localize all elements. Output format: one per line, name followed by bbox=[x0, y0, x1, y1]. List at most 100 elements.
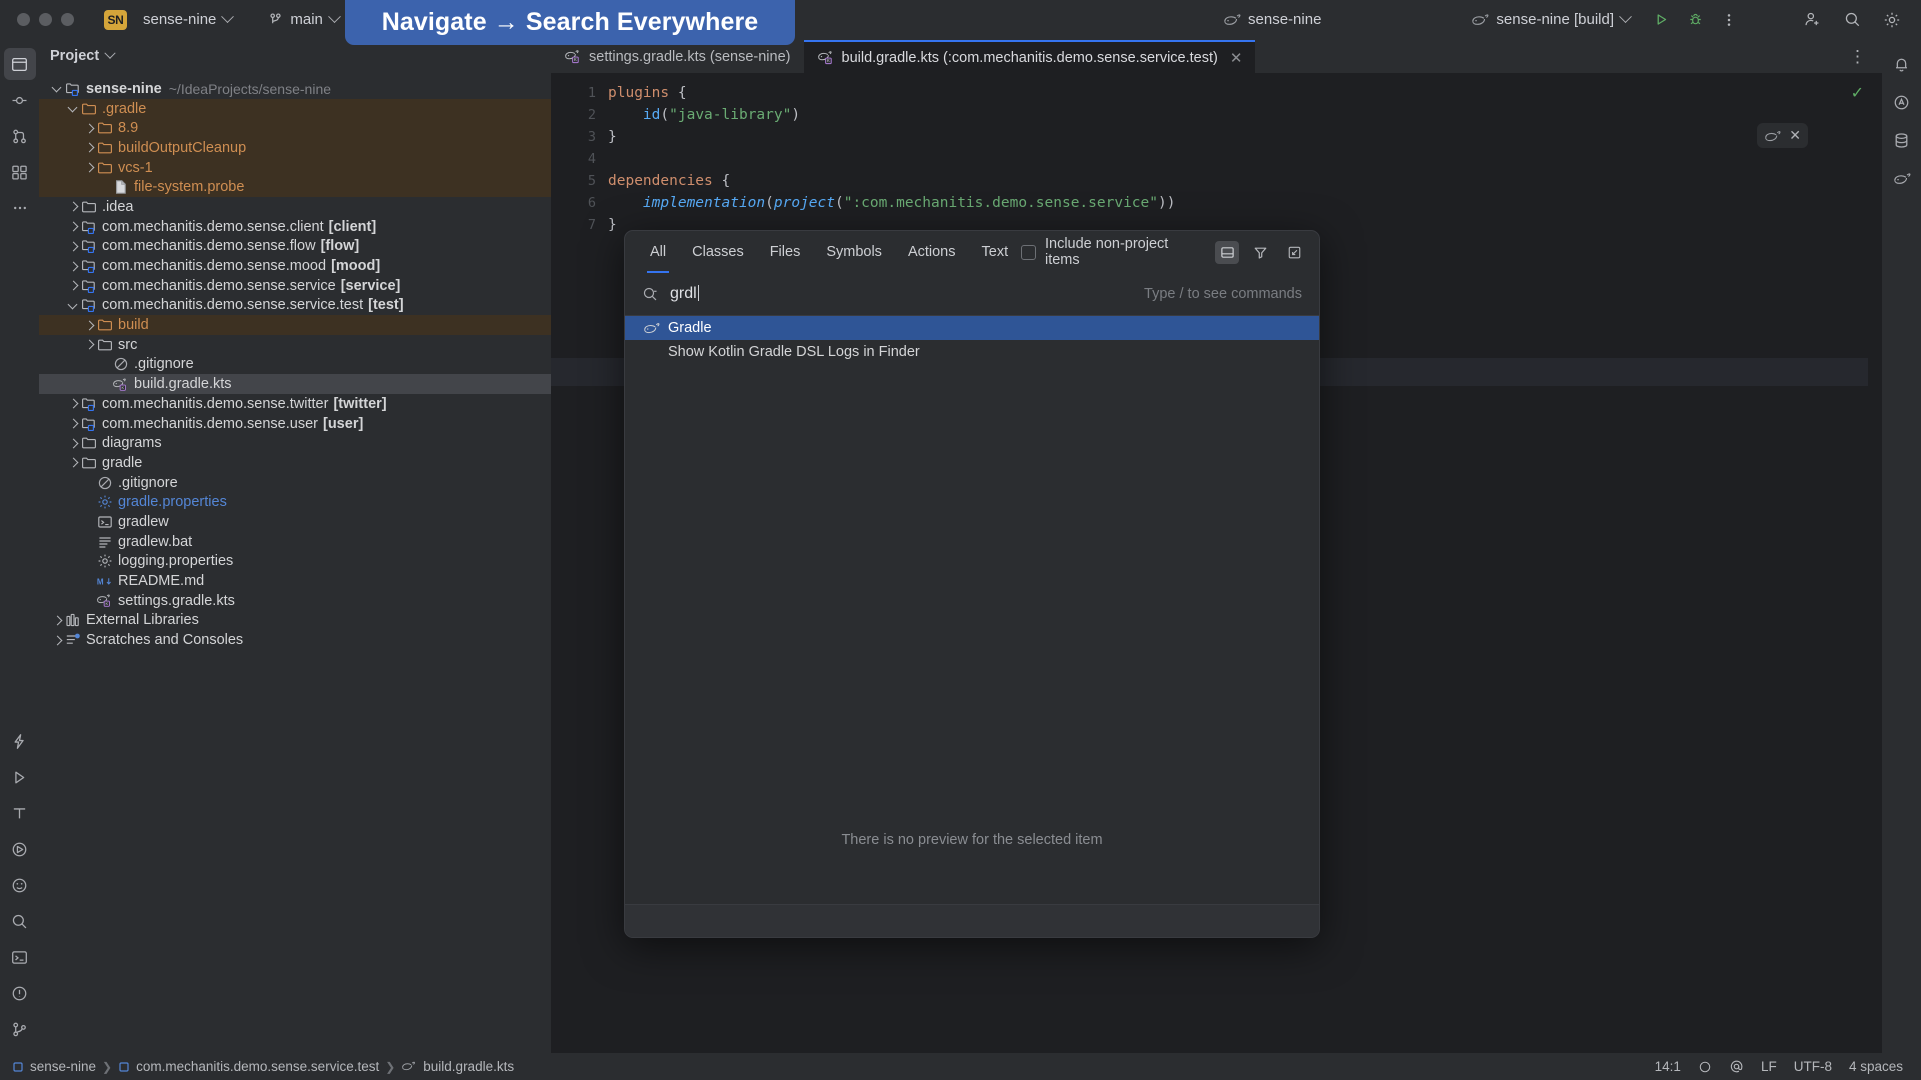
chevron-right-icon[interactable] bbox=[69, 438, 80, 449]
include-non-project-label[interactable]: Include non-project items bbox=[1045, 236, 1206, 268]
project-selector[interactable]: sense-nine bbox=[137, 7, 238, 33]
chevron-right-icon[interactable] bbox=[53, 615, 64, 626]
tool-window-ai-assistant[interactable] bbox=[1886, 86, 1918, 118]
tool-window-gradle[interactable] bbox=[1886, 162, 1918, 194]
window-controls[interactable] bbox=[0, 13, 74, 26]
tool-window-terminal[interactable] bbox=[4, 941, 36, 973]
search-result-item[interactable]: Gradle bbox=[625, 316, 1319, 340]
chevron-right-icon[interactable] bbox=[69, 221, 80, 232]
se-tab-all[interactable]: All bbox=[637, 231, 679, 273]
inspection-status-icon[interactable]: ✓ bbox=[1851, 83, 1864, 103]
project-tree[interactable]: sense-nine ~/IdeaProjects/sense-nine .grad… bbox=[39, 72, 551, 1053]
close-tab-button[interactable]: ✕ bbox=[1230, 49, 1243, 67]
tree-row[interactable]: com.mechanitis.demo.sense.mood [mood] bbox=[39, 256, 551, 276]
tree-row[interactable]: M README.md bbox=[39, 571, 551, 591]
more-actions-button[interactable] bbox=[1712, 5, 1746, 35]
search-result-item[interactable]: Show Kotlin Gradle DSL Logs in Finder bbox=[625, 340, 1319, 364]
search-everywhere-input-row[interactable]: grdl Type / to see commands bbox=[625, 273, 1319, 315]
tool-window-pull-requests[interactable] bbox=[4, 120, 36, 152]
gradle-icon[interactable] bbox=[1764, 130, 1781, 142]
breadcrumb-item-file[interactable]: build.gradle.kts bbox=[423, 1059, 514, 1074]
breadcrumb-item-project[interactable]: sense-nine bbox=[30, 1059, 96, 1074]
tool-window-project[interactable] bbox=[3, 48, 36, 80]
se-tab-classes[interactable]: Classes bbox=[679, 231, 757, 273]
tool-window-version-control[interactable] bbox=[4, 1013, 36, 1045]
chevron-right-icon[interactable] bbox=[85, 339, 96, 350]
tree-row[interactable]: gradle bbox=[39, 453, 551, 473]
chevron-right-icon[interactable] bbox=[85, 320, 96, 331]
search-everywhere-tab-bar[interactable]: All Classes Files Symbols Actions Text I… bbox=[625, 231, 1319, 273]
at-icon[interactable] bbox=[1729, 1059, 1744, 1074]
chevron-right-icon[interactable] bbox=[69, 280, 80, 291]
chevron-right-icon[interactable] bbox=[69, 418, 80, 429]
editor-tab[interactable]: K build.gradle.kts (:com.mechanitis.demo… bbox=[803, 40, 1256, 73]
tree-row[interactable]: .gitignore bbox=[39, 355, 551, 375]
chevron-right-icon[interactable] bbox=[85, 162, 96, 173]
minimize-window-button[interactable] bbox=[39, 13, 52, 26]
debug-button[interactable] bbox=[1678, 5, 1712, 35]
tree-row[interactable]: com.mechanitis.demo.sense.client [client] bbox=[39, 217, 551, 237]
tree-row[interactable]: vcs-1 bbox=[39, 157, 551, 178]
run-configuration-selector[interactable]: sense-nine [build] bbox=[1465, 7, 1636, 33]
tree-row[interactable]: com.mechanitis.demo.sense.twitter [twitte… bbox=[39, 394, 551, 414]
caret-position[interactable]: 14:1 bbox=[1655, 1059, 1681, 1074]
editor-scrollbar[interactable] bbox=[1868, 73, 1882, 1053]
tree-row[interactable]: .gitignore bbox=[39, 473, 551, 493]
tree-row[interactable]: sense-nine ~/IdeaProjects/sense-nine bbox=[39, 79, 551, 99]
chevron-down-icon[interactable] bbox=[69, 103, 80, 114]
search-everywhere-results[interactable]: Gradle Show Kotlin Gradle DSL Logs in Fin… bbox=[625, 316, 1319, 776]
run-button[interactable] bbox=[1644, 5, 1678, 35]
chevron-right-icon[interactable] bbox=[69, 241, 80, 252]
tree-row[interactable]: Scratches and Consoles bbox=[39, 630, 551, 650]
tree-row[interactable]: buildOutputCleanup bbox=[39, 138, 551, 158]
search-button[interactable] bbox=[1835, 5, 1869, 35]
editor-tabs-more-button[interactable]: ⋮ bbox=[1843, 40, 1872, 73]
tool-window-structure[interactable] bbox=[4, 156, 36, 188]
tree-row[interactable]: com.mechanitis.demo.sense.service.test [t… bbox=[39, 296, 551, 316]
breadcrumb[interactable]: sense-nine ❯ com.mechanitis.demo.sense.s… bbox=[12, 1059, 514, 1074]
tree-row[interactable]: External Libraries bbox=[39, 611, 551, 631]
preview-panel-toggle-button[interactable] bbox=[1214, 240, 1240, 264]
chevron-down-icon[interactable] bbox=[53, 83, 64, 94]
add-collaborator-button[interactable] bbox=[1795, 5, 1829, 35]
tree-row[interactable]: com.mechanitis.demo.sense.service [servic… bbox=[39, 276, 551, 296]
tool-window-services[interactable] bbox=[4, 833, 36, 865]
tree-row[interactable]: diagrams bbox=[39, 433, 551, 453]
tree-row[interactable]: com.mechanitis.demo.sense.user [user] bbox=[39, 414, 551, 434]
close-icon[interactable]: ✕ bbox=[1789, 127, 1801, 144]
chevron-right-icon[interactable] bbox=[69, 261, 80, 272]
tree-row[interactable]: file-system.probe bbox=[39, 177, 551, 198]
search-everywhere-query[interactable]: grdl bbox=[670, 285, 700, 303]
tool-window-build[interactable] bbox=[4, 725, 36, 757]
tree-row[interactable]: K build.gradle.kts bbox=[39, 374, 551, 394]
tool-window-problems[interactable] bbox=[4, 977, 36, 1009]
tree-row[interactable]: K settings.gradle.kts bbox=[39, 591, 551, 611]
file-encoding[interactable]: UTF-8 bbox=[1794, 1059, 1832, 1074]
tool-window-database[interactable] bbox=[1886, 124, 1918, 156]
tool-window-find[interactable] bbox=[4, 905, 36, 937]
chevron-down-icon[interactable] bbox=[69, 300, 80, 311]
tree-row[interactable]: src bbox=[39, 335, 551, 355]
settings-button[interactable] bbox=[1875, 5, 1909, 35]
include-non-project-checkbox[interactable] bbox=[1021, 244, 1036, 260]
resize-popup-button[interactable] bbox=[1282, 241, 1307, 264]
tool-window-todo[interactable] bbox=[4, 797, 36, 829]
tool-window-more[interactable] bbox=[4, 192, 36, 224]
line-separator[interactable]: LF bbox=[1761, 1059, 1777, 1074]
read-only-toggle-icon[interactable] bbox=[1698, 1060, 1712, 1074]
tree-row[interactable]: com.mechanitis.demo.sense.flow [flow] bbox=[39, 237, 551, 257]
chevron-right-icon[interactable] bbox=[85, 123, 96, 134]
chevron-right-icon[interactable] bbox=[53, 635, 64, 646]
maximize-window-button[interactable] bbox=[61, 13, 74, 26]
se-tab-files[interactable]: Files bbox=[757, 231, 814, 273]
chevron-right-icon[interactable] bbox=[69, 457, 80, 468]
chevron-right-icon[interactable] bbox=[85, 142, 96, 153]
tree-row[interactable]: 8.9 bbox=[39, 118, 551, 139]
se-tab-text[interactable]: Text bbox=[969, 231, 1022, 273]
filter-button[interactable] bbox=[1248, 241, 1273, 264]
close-window-button[interactable] bbox=[17, 13, 30, 26]
indent-setting[interactable]: 4 spaces bbox=[1849, 1059, 1903, 1074]
tool-window-notifications[interactable] bbox=[1886, 48, 1918, 80]
tree-row[interactable]: gradle.properties bbox=[39, 492, 551, 512]
tool-window-profiler[interactable] bbox=[4, 869, 36, 901]
